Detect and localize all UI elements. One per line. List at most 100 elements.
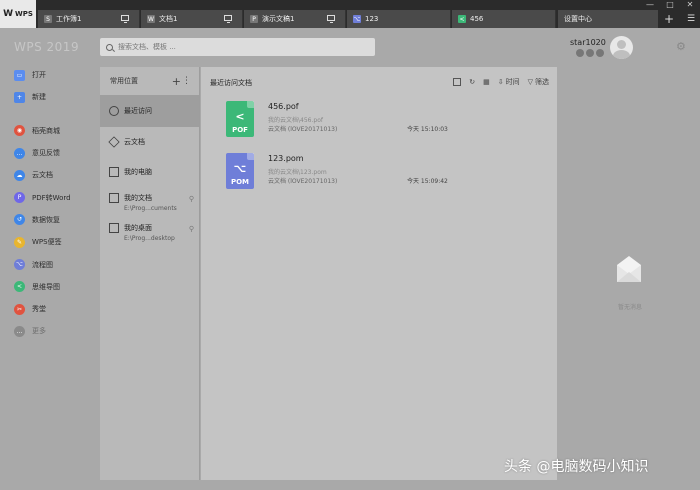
- add-location-icon[interactable]: +: [172, 75, 181, 88]
- toolbar: ↻ ▦ ⇩ 时间 ▽ 筛选: [453, 77, 549, 87]
- pin-icon[interactable]: ⚲: [189, 195, 194, 203]
- pdf-convert-icon: P: [14, 192, 25, 204]
- add-tab-button[interactable]: +: [660, 10, 678, 28]
- mindmap-icon: <: [14, 281, 25, 293]
- tab-label: 工作簿1: [56, 15, 82, 23]
- gear-icon[interactable]: ⚙: [676, 40, 690, 54]
- sidebar-item-store[interactable]: ◉ 稻壳商城: [0, 120, 100, 142]
- computer-icon: [109, 167, 119, 177]
- sidebar-item-feedback[interactable]: … 意见反馈: [0, 142, 100, 164]
- note-icon: ✎: [14, 236, 25, 248]
- watermark: 头条 @电脑数码小知识: [504, 459, 649, 475]
- file-time: 今天 15:10:03: [407, 126, 448, 133]
- clock-icon: [109, 106, 119, 116]
- sidebar-item-label: 稻壳商城: [32, 126, 60, 135]
- tab-label: 文档1: [159, 15, 178, 23]
- location-label: 我的电脑: [124, 168, 152, 176]
- filter-button[interactable]: ▽ 筛选: [528, 77, 549, 87]
- wps-logo-icon: W: [3, 9, 14, 19]
- tab-label: 123: [365, 15, 379, 23]
- location-item-desktop[interactable]: 我的桌面 E:\Prog...desktop ⚲: [100, 217, 199, 247]
- monitor-icon[interactable]: [224, 15, 232, 23]
- tab-presentation[interactable]: P 演示文稿1: [244, 10, 346, 28]
- plus-icon: +: [663, 12, 675, 26]
- close-button[interactable]: ✕: [684, 0, 696, 9]
- more-options-icon[interactable]: ⋮: [182, 76, 191, 86]
- sidebar-item-open[interactable]: ▭ 打开: [0, 64, 100, 86]
- file-location: 云文档 (lOVE20171013): [268, 126, 338, 133]
- sort-button[interactable]: ⇩ 时间: [498, 77, 520, 87]
- location-path: E:\Prog...cuments: [124, 205, 177, 212]
- avatar[interactable]: [610, 36, 633, 59]
- sidebar-item-label: 数据恢复: [32, 215, 60, 224]
- file-time: 今天 15:09:42: [407, 178, 448, 185]
- sidebar-item-label: WPS便签: [32, 238, 62, 247]
- badge-icon: [586, 49, 594, 57]
- sidebar-item-new[interactable]: + 新建: [0, 86, 100, 108]
- store-icon: ◉: [14, 125, 25, 137]
- flowchart-icon: ⌥: [14, 259, 25, 271]
- pom-icon: ⌥: [353, 15, 361, 23]
- menu-icon[interactable]: ☰: [682, 10, 700, 28]
- tab-document[interactable]: W 文档1: [141, 10, 243, 28]
- sidebar-item-label: 思维导图: [32, 282, 60, 291]
- search-placeholder: 搜索文档、模板 ...: [118, 43, 176, 51]
- location-item-cloud[interactable]: 云文档: [100, 127, 199, 157]
- tab-label: 456: [470, 15, 484, 23]
- share-glyph-icon: <: [235, 110, 245, 123]
- file-row[interactable]: < POF 456.pof 我的云文档\456.pof 云文档 (lOVE201…: [226, 101, 546, 139]
- sidebar-item-mindmap[interactable]: < 思维导图: [0, 276, 100, 298]
- location-item-computer[interactable]: 我的电脑: [100, 157, 199, 187]
- tab-workbook[interactable]: S 工作簿1: [38, 10, 140, 28]
- filter-icon: ▽: [527, 78, 533, 86]
- sidebar-item-label: 新建: [32, 93, 46, 102]
- monitor-icon[interactable]: [327, 15, 335, 23]
- upload-icon[interactable]: [453, 78, 462, 86]
- minimize-button[interactable]: —: [644, 0, 656, 9]
- sidebar-item-notes[interactable]: ✎ WPS便签: [0, 231, 100, 253]
- sidebar-item-pdf-to-word[interactable]: P PDF转Word: [0, 186, 100, 208]
- tab-settings[interactable]: 设置中心: [558, 10, 658, 28]
- sidebar-item-cloud-doc[interactable]: ☁ 云文档: [0, 164, 100, 186]
- file-row[interactable]: ⌥ POM 123.pom 我的云文档\123.pom 云文档 (lOVE201…: [226, 153, 546, 191]
- sidebar-item-label: PDF转Word: [32, 193, 71, 202]
- sidebar-item-more[interactable]: … 更多: [0, 320, 100, 342]
- tab-123[interactable]: ⌥ 123: [347, 10, 451, 28]
- file-name: 123.pom: [268, 154, 304, 163]
- filter-label: 筛选: [535, 78, 549, 86]
- search-input[interactable]: 搜索文档、模板 ...: [100, 38, 375, 56]
- view-grid-icon[interactable]: ▦: [483, 78, 490, 86]
- wps-home-tab[interactable]: W WPS: [0, 0, 36, 28]
- maximize-button[interactable]: □: [664, 0, 676, 9]
- refresh-icon[interactable]: ↻: [469, 78, 475, 86]
- location-item-recent[interactable]: 最近访问: [100, 95, 199, 127]
- file-path: 我的云文档\123.pom: [268, 169, 327, 176]
- location-item-documents[interactable]: 我的文档 E:\Prog...cuments ⚲: [100, 187, 199, 217]
- sidebar-item-label: 秀堂: [32, 305, 46, 314]
- document-icon: W: [147, 15, 155, 23]
- user-badges: [576, 49, 604, 57]
- folder-open-icon: ▭: [14, 69, 25, 81]
- sidebar: ▭ 打开 + 新建 ◉ 稻壳商城 … 意见反馈 ☁ 云文档 P PDF转Word…: [0, 64, 100, 343]
- sort-label: 时间: [505, 78, 520, 86]
- sidebar-item-label: 云文档: [32, 171, 53, 180]
- showroom-icon: ✂: [14, 303, 25, 315]
- tab-label: 设置中心: [564, 15, 592, 23]
- location-label: 云文档: [124, 138, 145, 146]
- location-label: 最近访问: [124, 107, 152, 115]
- sidebar-item-data-recovery[interactable]: ↺ 数据恢复: [0, 209, 100, 231]
- sidebar-item-flowchart[interactable]: ⌥ 流程图: [0, 253, 100, 275]
- sort-arrow-icon: ⇩: [497, 78, 504, 86]
- tab-456[interactable]: < 456: [452, 10, 556, 28]
- sidebar-item-showroom[interactable]: ✂ 秀堂: [0, 298, 100, 320]
- pof-file-icon: < POF: [226, 101, 254, 137]
- flow-glyph-icon: ⌥: [233, 162, 247, 175]
- username[interactable]: star1020: [570, 38, 606, 47]
- monitor-icon[interactable]: [121, 15, 129, 23]
- pin-icon[interactable]: ⚲: [189, 225, 194, 233]
- main-content: 最近访问文档 ↻ ▦ ⇩ 时间 ▽ 筛选 < POF 456.pof 我的云文档…: [201, 67, 557, 480]
- file-name: 456.pof: [268, 102, 299, 111]
- location-panel: 常用位置 + ⋮ 最近访问 云文档 我的电脑 我的文档 E:\Prog...cu…: [100, 67, 200, 480]
- location-text: 我的桌面 E:\Prog...desktop: [124, 223, 175, 242]
- presentation-icon: P: [250, 15, 258, 23]
